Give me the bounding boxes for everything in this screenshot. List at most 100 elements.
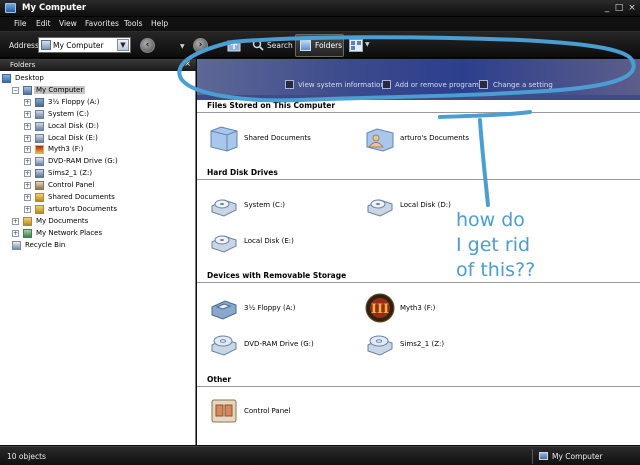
views-button[interactable]: ▼ — [349, 36, 373, 55]
folders-pane: Folders × Desktop − My Computer +3½ Floppy … — [0, 59, 196, 445]
item-label: 3½ Floppy (A:) — [244, 304, 296, 312]
tree-item-label: My Documents — [36, 216, 89, 225]
object-count: 10 objects — [7, 452, 46, 461]
handwritten-question: how do I get rid of this?? — [456, 208, 535, 283]
title-bar[interactable]: My Computer _ □ × — [0, 0, 640, 17]
status-location: My Computer — [552, 452, 603, 461]
expand-icon[interactable]: + — [24, 205, 31, 213]
up-folder-button[interactable] — [225, 36, 245, 55]
item-arturos-documents[interactable]: arturo's Documents — [365, 123, 495, 155]
expand-icon[interactable]: + — [24, 182, 31, 190]
note-line: of this?? — [456, 259, 536, 281]
item-local-disk-e[interactable]: Local Disk (E:) — [209, 226, 339, 258]
folders-pane-title: Folders — [10, 61, 36, 69]
tree-item[interactable]: + Local Disk (D:) — [24, 121, 190, 132]
tree-item[interactable]: Recycle Bin — [12, 240, 190, 251]
tree-item[interactable]: + DVD-RAM Drive (G:) — [24, 156, 190, 167]
close-button[interactable]: × — [627, 3, 637, 13]
maximize-button[interactable]: □ — [614, 3, 624, 13]
tree-item[interactable]: + My Network Places — [12, 228, 190, 239]
folder-icon — [35, 204, 44, 214]
item-dvd-ram-g[interactable]: DVD-RAM Drive (G:) — [209, 329, 339, 361]
search-button[interactable]: Search — [251, 36, 293, 55]
menu-tools[interactable]: Tools — [124, 19, 142, 28]
forward-button[interactable]: › — [193, 38, 208, 53]
status-bar: 10 objects My Computer — [0, 446, 640, 465]
item-label: System (C:) — [244, 201, 286, 209]
expand-icon[interactable]: + — [12, 229, 19, 237]
section-divider — [197, 282, 640, 283]
banner-strip — [197, 95, 640, 100]
menu-file[interactable]: File — [14, 19, 27, 28]
menu-view[interactable]: View — [59, 19, 77, 28]
address-bar[interactable]: ▼ — [38, 37, 131, 53]
computer-icon — [5, 3, 16, 13]
expand-icon[interactable]: + — [24, 122, 31, 130]
add-remove-programs-icon — [382, 80, 391, 89]
close-pane-button[interactable]: × — [184, 59, 191, 68]
collapse-icon[interactable]: − — [12, 86, 19, 94]
task-banner: View system information Add or remove pr… — [197, 59, 640, 95]
tree-item[interactable]: + Shared Documents — [24, 192, 190, 203]
item-label: Local Disk (E:) — [244, 237, 294, 245]
menu-favorites[interactable]: Favorites — [85, 19, 119, 28]
expand-icon[interactable]: + — [24, 110, 31, 118]
minimize-button[interactable]: _ — [602, 3, 612, 13]
item-system-c[interactable]: System (C:) — [209, 190, 339, 222]
expand-icon[interactable]: + — [24, 134, 31, 142]
tree-item[interactable]: + Local Disk (E:) — [24, 133, 190, 144]
explorer-window: My Computer _ □ × File Edit View Favorit… — [0, 0, 640, 465]
computer-icon — [23, 85, 32, 95]
content-area: View system information Add or remove pr… — [197, 59, 640, 445]
item-label: Shared Documents — [244, 134, 311, 142]
tree-item[interactable]: − My Computer — [12, 85, 190, 96]
tree-item-label: Sims2_1 (Z:) — [48, 169, 93, 178]
tree-item[interactable]: + System (C:) — [24, 109, 190, 120]
tree-item-label: My Network Places — [36, 228, 103, 237]
tree-item[interactable]: +3½ Floppy (A:) — [24, 97, 190, 108]
change-setting-icon — [479, 80, 488, 89]
network-drive-icon — [35, 169, 44, 179]
expand-icon[interactable]: + — [24, 170, 31, 178]
tree-item[interactable]: Desktop — [2, 73, 190, 84]
expand-icon[interactable]: + — [24, 98, 31, 106]
expand-icon[interactable]: + — [24, 146, 31, 154]
back-history-dropdown-icon[interactable]: ▼ — [180, 43, 185, 50]
change-setting-link[interactable]: Change a setting — [493, 81, 553, 89]
item-shared-documents[interactable]: Shared Documents — [209, 123, 339, 155]
section-divider — [197, 179, 640, 180]
menu-help[interactable]: Help — [151, 19, 168, 28]
address-dropdown-button[interactable]: ▼ — [117, 39, 129, 51]
item-control-panel[interactable]: Control Panel — [209, 396, 339, 428]
address-input[interactable] — [53, 39, 115, 51]
item-myth3-f[interactable]: III Myth3 (F:) — [365, 293, 495, 325]
hard-disk-icon — [367, 199, 393, 217]
expand-icon[interactable]: + — [24, 194, 31, 201]
expand-icon[interactable]: + — [12, 217, 19, 225]
item-sims2-z[interactable]: Sims2_1 (Z:) — [365, 329, 495, 361]
item-label: Sims2_1 (Z:) — [400, 340, 445, 348]
expand-icon[interactable]: + — [24, 158, 31, 166]
tree-item[interactable]: + Control Panel — [24, 180, 190, 191]
up-folder-icon — [227, 40, 241, 52]
tree-item[interactable]: + My Documents — [12, 216, 190, 227]
folders-button[interactable]: Folders — [295, 34, 344, 57]
menu-edit[interactable]: Edit — [36, 19, 51, 28]
computer-icon — [41, 40, 51, 50]
tree-item-label: System (C:) — [48, 109, 90, 118]
view-system-information-link[interactable]: View system information — [298, 81, 385, 89]
views-icon — [349, 39, 363, 52]
note-line: how do — [456, 209, 525, 231]
views-dropdown-icon[interactable]: ▼ — [365, 41, 370, 48]
add-remove-programs-link[interactable]: Add or remove programs — [395, 81, 483, 89]
tree-item[interactable]: + Myth3 (F:) — [24, 144, 190, 155]
floppy-icon — [35, 97, 44, 107]
computer-icon — [539, 452, 548, 460]
desktop-icon — [2, 74, 11, 83]
my-documents-icon — [23, 216, 32, 226]
item-floppy-a[interactable]: 3½ Floppy (A:) — [209, 293, 339, 325]
floppy-icon — [211, 300, 237, 320]
back-button[interactable]: ‹ — [140, 38, 155, 53]
tree-item[interactable]: + Sims2_1 (Z:) — [24, 168, 190, 179]
tree-item[interactable]: + arturo's Documents — [24, 204, 190, 215]
